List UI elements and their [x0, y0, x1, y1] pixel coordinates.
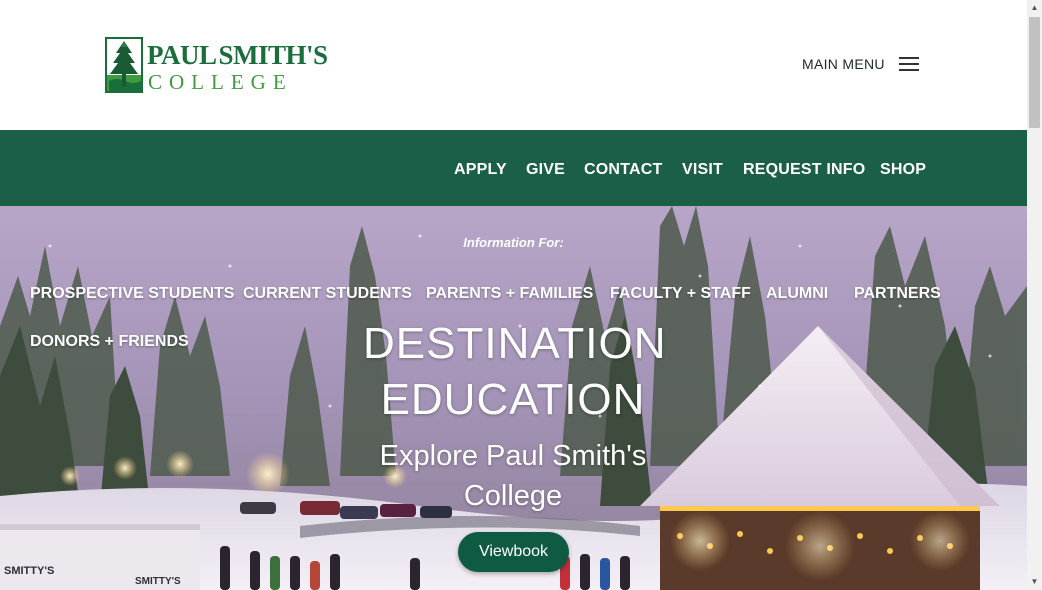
hero-subtitle-line1: Explore Paul Smith's	[379, 440, 647, 472]
logo-word-smiths: SMITH'S	[218, 40, 329, 70]
utility-nav: APPLY GIVE CONTACT VISIT REQUEST INFO SH…	[0, 130, 1027, 206]
hero-section: SMITTY'S SMITTY'S Information For: PROSP…	[0, 206, 1027, 590]
college-logo[interactable]: PAULSMITH'S COLLEGE	[105, 37, 337, 95]
hero-title: DESTINATION EDUCATION	[363, 316, 667, 428]
audience-alumni[interactable]: ALUMNI	[766, 284, 828, 304]
scroll-up-arrow-icon[interactable]: ▲	[1027, 0, 1042, 16]
site-header: PAULSMITH'S COLLEGE MAIN MENU	[0, 0, 1027, 130]
vertical-scrollbar[interactable]: ▲ ▼	[1027, 0, 1042, 590]
nav-shop[interactable]: SHOP	[880, 160, 926, 180]
audience-parents-families[interactable]: PARENTS + FAMILIES	[426, 284, 593, 304]
hero-subtitle-line2: College	[463, 480, 563, 512]
pine-tree-icon	[105, 37, 143, 93]
nav-give[interactable]: GIVE	[526, 160, 565, 180]
hamburger-icon	[898, 57, 919, 71]
logo-word-paul: PAUL	[147, 40, 217, 70]
scrollbar-thumb[interactable]	[1029, 17, 1040, 128]
main-menu-button[interactable]: MAIN MENU	[802, 52, 919, 76]
audience-current-students[interactable]: CURRENT STUDENTS	[243, 284, 412, 304]
hero-title-line1: DESTINATION	[363, 319, 667, 368]
hero-title-line2: EDUCATION	[380, 375, 646, 424]
page: PAULSMITH'S COLLEGE MAIN MENU APPLY GIVE…	[0, 0, 1027, 590]
hero-subtitle: Explore Paul Smith's College	[363, 436, 663, 516]
nav-visit[interactable]: VISIT	[682, 160, 723, 180]
logo-wordmark-name: PAULSMITH'S	[147, 40, 328, 70]
audience-donors-friends[interactable]: DONORS + FRIENDS	[30, 332, 189, 352]
scroll-down-arrow-icon[interactable]: ▼	[1027, 574, 1042, 590]
main-menu-label: MAIN MENU	[802, 56, 885, 72]
audience-prospective-students[interactable]: PROSPECTIVE STUDENTS	[30, 284, 234, 304]
svg-text:SMITTY'S: SMITTY'S	[4, 565, 54, 577]
nav-request-info[interactable]: REQUEST INFO	[743, 160, 865, 180]
svg-text:SMITTY'S: SMITTY'S	[135, 576, 181, 587]
audience-partners[interactable]: PARTNERS	[854, 284, 941, 304]
nav-contact[interactable]: CONTACT	[584, 160, 662, 180]
audience-faculty-staff[interactable]: FACULTY + STAFF	[610, 284, 751, 304]
viewbook-button[interactable]: Viewbook	[458, 532, 569, 572]
logo-wordmark-college: COLLEGE	[148, 70, 293, 94]
information-for-label: Information For:	[463, 235, 564, 250]
nav-apply[interactable]: APPLY	[454, 160, 507, 180]
